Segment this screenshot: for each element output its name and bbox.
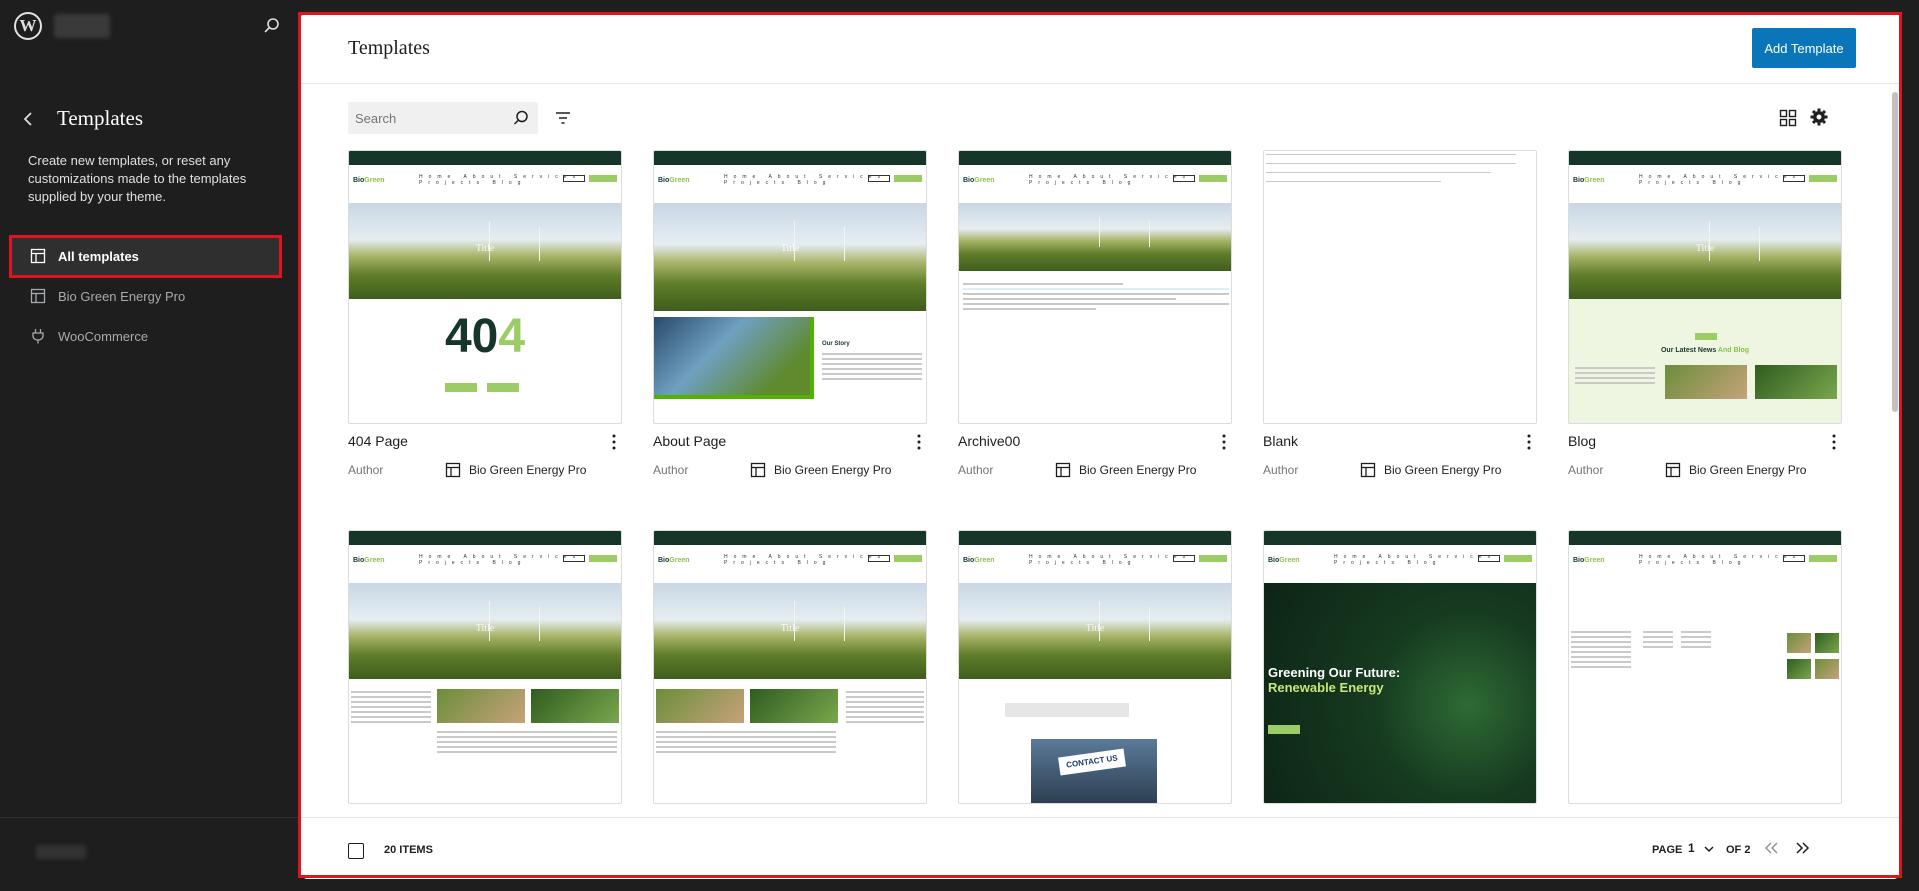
author-label: Author bbox=[348, 463, 384, 477]
sidebar-item-label: All templates bbox=[58, 248, 139, 264]
more-options-icon[interactable] bbox=[1522, 433, 1536, 451]
template-preview[interactable]: BioGreen Home About Services Projects Blo… bbox=[348, 530, 622, 804]
template-card-blank[interactable]: Blank Author Bio Green Energy Pro bbox=[1263, 150, 1537, 478]
template-source: Bio Green Energy Pro bbox=[445, 462, 586, 478]
gear-icon[interactable] bbox=[1809, 107, 1829, 127]
items-count: 20 ITEMS bbox=[384, 844, 433, 856]
filter-icon[interactable] bbox=[553, 108, 573, 128]
template-title[interactable]: Blank bbox=[1263, 433, 1298, 449]
template-preview[interactable] bbox=[1263, 150, 1537, 424]
more-options-icon[interactable] bbox=[1217, 433, 1231, 451]
template-preview[interactable]: BioGreen Home About Services Projects Blo… bbox=[1568, 530, 1842, 804]
back-chevron-icon[interactable] bbox=[18, 108, 40, 130]
grid-view-icon[interactable] bbox=[1778, 108, 1798, 128]
template-source: Bio Green Energy Pro bbox=[750, 462, 891, 478]
add-template-button[interactable]: Add Template bbox=[1752, 28, 1856, 68]
template-preview[interactable]: BioGreen Home About Services Projects Blo… bbox=[958, 530, 1232, 804]
sidebar-item-bio-green-energy-pro[interactable]: Bio Green Energy Pro bbox=[10, 277, 281, 315]
author-label: Author bbox=[1568, 463, 1604, 477]
sidebar-nav: All templates Bio Green Energy Pro WooCo… bbox=[10, 237, 281, 357]
scrollbar[interactable] bbox=[1892, 92, 1898, 412]
layout-icon bbox=[1055, 462, 1071, 478]
template-card-contact[interactable]: BioGreen Home About Services Projects Blo… bbox=[958, 530, 1232, 804]
template-card-404[interactable]: BioGreen Home About Services Projects Blo… bbox=[348, 150, 622, 478]
template-preview[interactable]: BioGreen Home About Services Projects Blo… bbox=[653, 530, 927, 804]
page-label: PAGE bbox=[1652, 844, 1683, 856]
template-card-about[interactable]: BioGreen Home About Services Projects Blo… bbox=[653, 150, 927, 478]
sidebar: W Templates Create new templates, or res… bbox=[0, 0, 298, 891]
wordpress-logo-icon[interactable]: W bbox=[14, 12, 42, 40]
pagination-bar: 20 ITEMS PAGE 1 OF 2 bbox=[300, 817, 1901, 879]
template-source: Bio Green Energy Pro bbox=[1665, 462, 1806, 478]
page-total: OF 2 bbox=[1726, 844, 1751, 856]
author-label: Author bbox=[958, 463, 994, 477]
chevron-down-icon[interactable] bbox=[1703, 843, 1715, 855]
template-card-blog[interactable]: BioGreen Home About Services Projects Blo… bbox=[1568, 150, 1842, 478]
page-header: Templates Add Template bbox=[300, 12, 1901, 84]
template-title[interactable]: 404 Page bbox=[348, 433, 408, 449]
sidebar-item-all-templates[interactable]: All templates bbox=[10, 237, 281, 275]
layout-icon bbox=[30, 288, 46, 304]
page-title: Templates bbox=[348, 37, 430, 59]
template-preview[interactable]: BioGreen Home About Services Projects Blo… bbox=[1263, 530, 1537, 804]
sidebar-divider bbox=[0, 817, 298, 818]
site-icon[interactable] bbox=[54, 14, 110, 38]
more-options-icon[interactable] bbox=[607, 433, 621, 451]
select-all-checkbox[interactable] bbox=[348, 843, 364, 859]
author-label: Author bbox=[1263, 463, 1299, 477]
template-preview[interactable]: BioGreen Home About Services Projects Blo… bbox=[653, 150, 927, 424]
preview-404-text: 404 bbox=[444, 310, 526, 363]
layout-icon bbox=[1665, 462, 1681, 478]
sidebar-footer[interactable] bbox=[36, 845, 86, 859]
plugin-icon bbox=[30, 328, 46, 344]
template-title[interactable]: About Page bbox=[653, 433, 726, 449]
layout-icon bbox=[1360, 462, 1376, 478]
template-preview[interactable]: BioGreen Home About Services Projects Blo… bbox=[958, 150, 1232, 424]
layout-icon bbox=[30, 248, 46, 264]
template-card-front-page[interactable]: BioGreen Home About Services Projects Blo… bbox=[1263, 530, 1537, 804]
template-preview[interactable]: BioGreen Home About Services Projects Blo… bbox=[348, 150, 622, 424]
template-title[interactable]: Archive00 bbox=[958, 433, 1020, 449]
template-card-blog-right[interactable]: BioGreen Home About Services Projects Blo… bbox=[653, 530, 927, 804]
templates-grid: BioGreen Home About Services Projects Blo… bbox=[348, 150, 1888, 830]
main-panel: Templates Add Template BioGreenHome Abou… bbox=[300, 12, 1901, 879]
sidebar-item-label: Bio Green Energy Pro bbox=[58, 288, 186, 304]
template-card-archive[interactable]: BioGreen Home About Services Projects Blo… bbox=[958, 150, 1232, 478]
template-source: Bio Green Energy Pro bbox=[1360, 462, 1501, 478]
sidebar-item-label: WooCommerce bbox=[58, 328, 149, 344]
more-options-icon[interactable] bbox=[912, 433, 926, 451]
template-card-blog-alternative[interactable]: BioGreen Home About Services Projects Blo… bbox=[348, 530, 622, 804]
layout-icon bbox=[445, 462, 461, 478]
sidebar-item-woocommerce[interactable]: WooCommerce bbox=[10, 317, 281, 355]
sidebar-description: Create new templates, or reset any custo… bbox=[28, 153, 247, 204]
page-select[interactable]: 1 bbox=[1688, 841, 1695, 855]
toolbar bbox=[300, 84, 1901, 144]
more-options-icon[interactable] bbox=[1827, 433, 1841, 451]
search-input[interactable] bbox=[355, 102, 505, 134]
template-card-index[interactable]: BioGreen Home About Services Projects Blo… bbox=[1568, 530, 1842, 804]
previous-page-icon[interactable] bbox=[1762, 838, 1782, 858]
next-page-icon[interactable] bbox=[1792, 838, 1812, 858]
layout-icon bbox=[750, 462, 766, 478]
search-icon[interactable] bbox=[512, 109, 530, 127]
template-source: Bio Green Energy Pro bbox=[1055, 462, 1196, 478]
template-preview[interactable]: BioGreen Home About Services Projects Blo… bbox=[1568, 150, 1842, 424]
sidebar-title: Templates bbox=[57, 106, 143, 130]
search-icon[interactable] bbox=[262, 16, 282, 36]
template-title[interactable]: Blog bbox=[1568, 433, 1596, 449]
search-field[interactable] bbox=[348, 102, 538, 134]
author-label: Author bbox=[653, 463, 689, 477]
